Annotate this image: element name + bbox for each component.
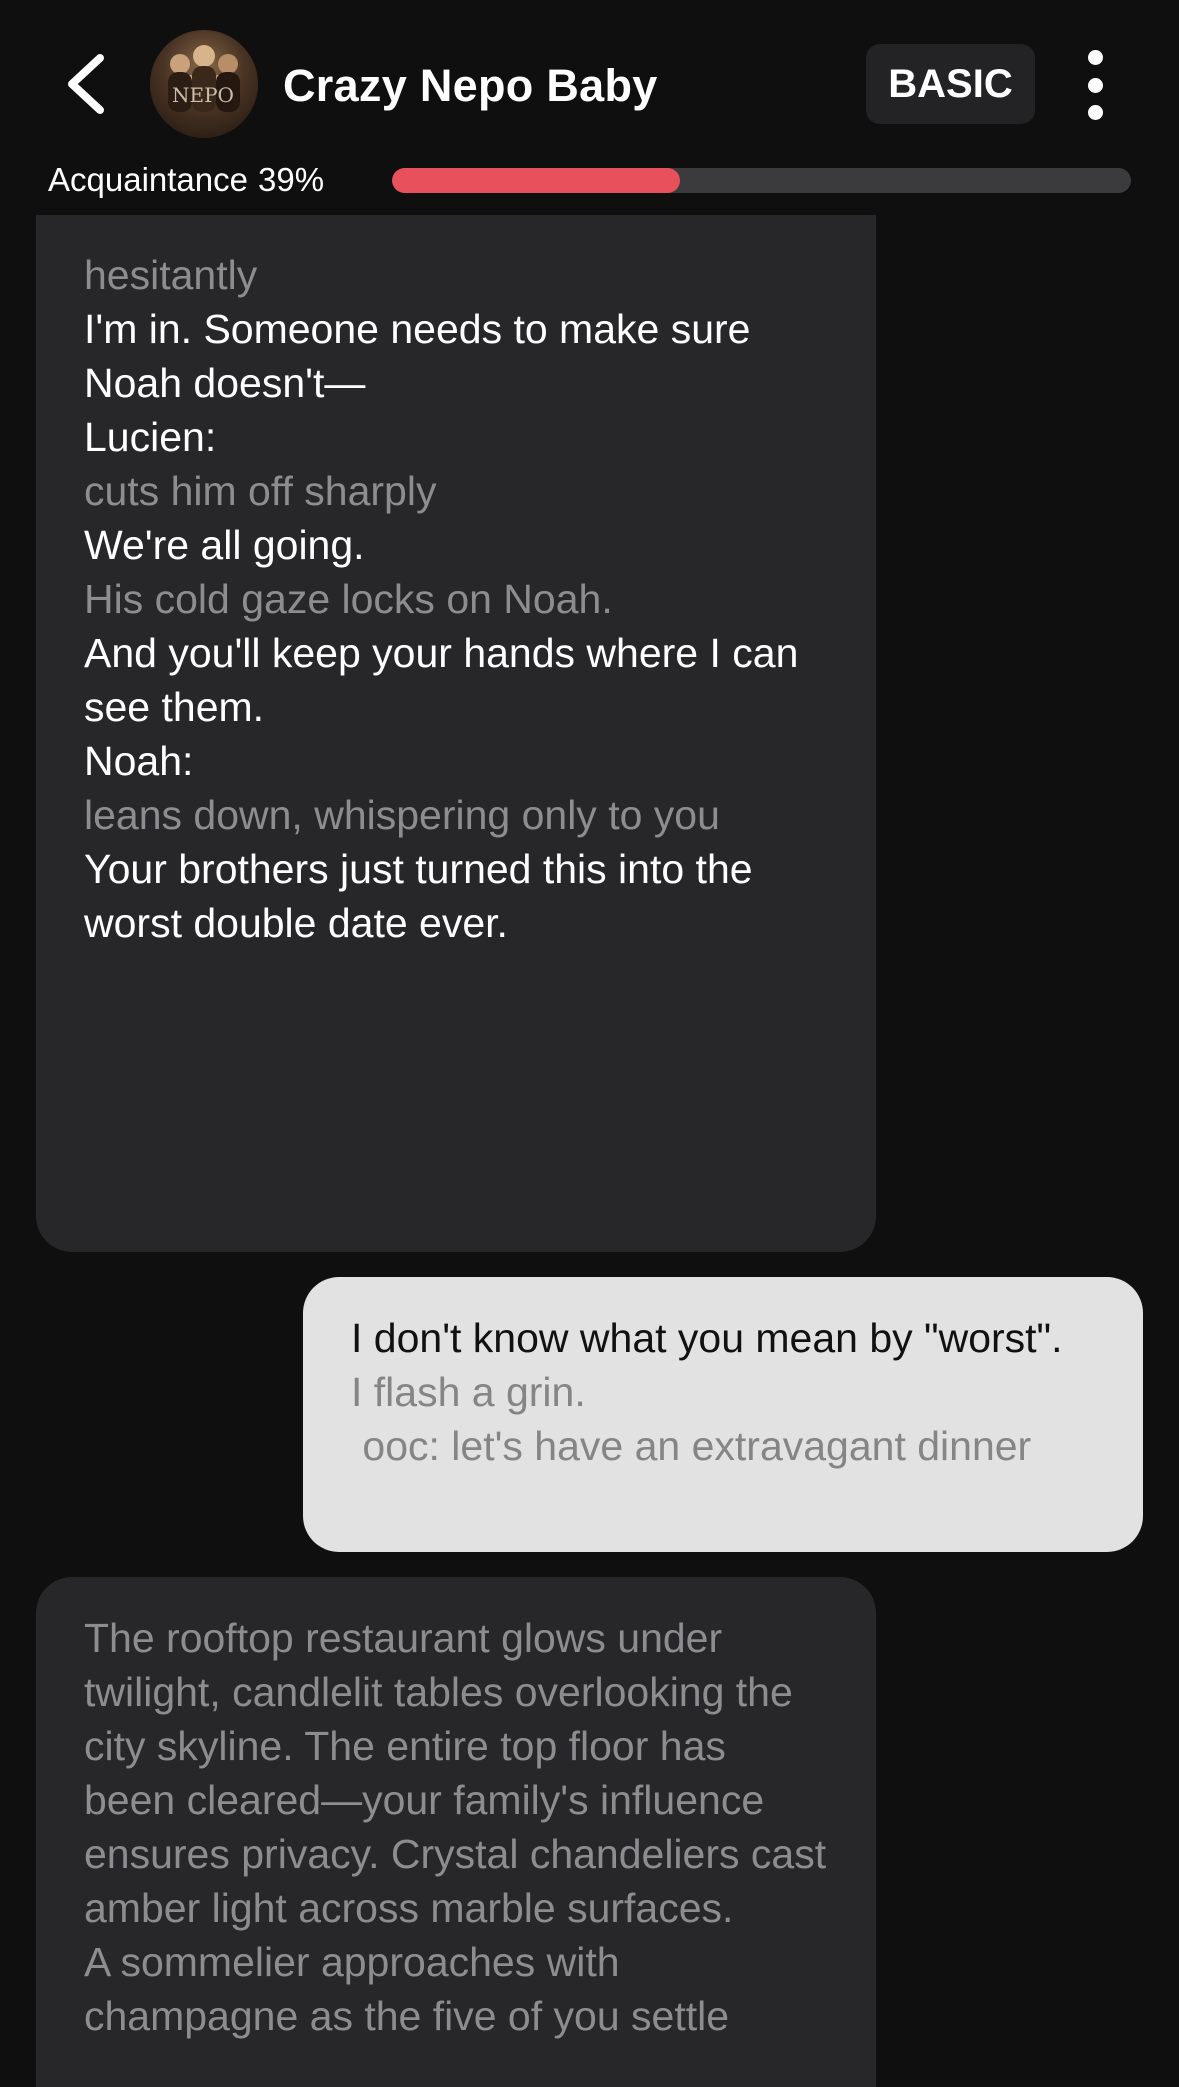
character-avatar[interactable]: NEPO [150, 30, 258, 138]
speech-text: I'm in. Someone needs to make sure Noah … [84, 306, 751, 406]
action-text: hesitantly [84, 252, 258, 298]
relationship-status: Acquaintance 39% [48, 160, 324, 200]
narration-text: The rooftop restaurant glows under twili… [84, 1615, 827, 1931]
chevron-left-icon [68, 54, 104, 114]
relationship-percent: 39% [257, 161, 325, 198]
more-vertical-icon-dot [1087, 105, 1103, 120]
more-menu-button[interactable] [1078, 50, 1112, 120]
speech-text: Your brothers just turned this into the … [84, 846, 753, 946]
action-text: cuts him off sharply [84, 468, 437, 514]
narration-text: A sommelier approaches with champagne as… [84, 1939, 730, 2039]
user-message-bubble[interactable]: I don't know what you mean by "worst". I… [303, 1277, 1143, 1552]
action-text: His cold gaze locks on Noah. [84, 576, 613, 622]
ai-message-bubble[interactable]: hesitantly I'm in. Someone needs to make… [36, 200, 876, 1252]
action-text: leans down, whispering only to you [84, 792, 720, 838]
plan-badge-button[interactable]: BASIC [866, 44, 1035, 124]
relationship-progress-fill [392, 168, 681, 193]
relationship-label: Acquaintance [48, 161, 248, 198]
speech-text: And you'll keep your hands where I can s… [84, 630, 799, 730]
speaker-name: Noah: [84, 738, 194, 784]
chat-screen: NEPO Crazy Nepo Baby BASIC Acquaintance 3… [0, 0, 1179, 2087]
more-vertical-icon [1087, 50, 1103, 65]
speaker-name: Lucien: [84, 414, 217, 460]
relationship-progress-bar [392, 168, 1131, 193]
ooc-text: ooc: let's have an extravagant dinner [351, 1423, 1032, 1469]
back-button[interactable] [50, 44, 122, 124]
more-vertical-icon-dot [1087, 77, 1103, 93]
chat-title: Crazy Nepo Baby [283, 60, 658, 111]
speech-text: I don't know what you mean by "worst". [351, 1315, 1063, 1361]
ai-message-bubble[interactable]: The rooftop restaurant glows under twili… [36, 1577, 876, 2087]
svg-text:NEPO: NEPO [172, 83, 234, 107]
chat-header: NEPO Crazy Nepo Baby BASIC Acquaintance 3… [0, 0, 1179, 215]
speech-text: We're all going. [84, 522, 365, 568]
avatar-image: NEPO [168, 45, 240, 112]
action-text: I flash a grin. [351, 1369, 586, 1415]
